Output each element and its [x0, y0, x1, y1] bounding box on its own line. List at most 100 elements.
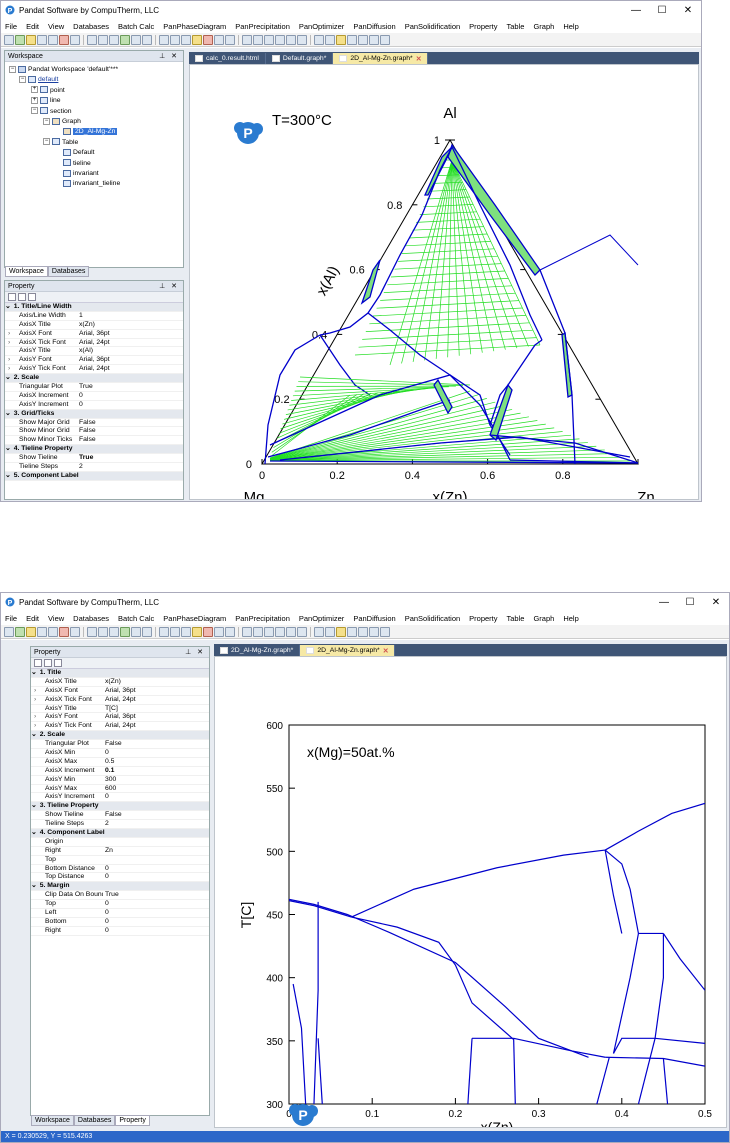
property-row[interactable]: Right 0	[31, 927, 209, 936]
categorized-icon[interactable]	[8, 293, 16, 301]
toolbar-button-icon[interactable]	[297, 34, 307, 45]
property-value[interactable]: Arial, 36pt	[103, 713, 209, 721]
property-row[interactable]: › AxisX Font Arial, 36pt	[31, 687, 209, 696]
toolbar-button-icon[interactable]	[142, 34, 152, 45]
property-row[interactable]: Axis/Line Width 1	[5, 312, 183, 321]
menu-panphasediagram[interactable]: PanPhaseDiagram	[163, 22, 226, 31]
toolbar-button-icon[interactable]	[170, 626, 180, 637]
property-row[interactable]: AxisY Max 600	[31, 785, 209, 794]
toolbar-button-icon[interactable]	[314, 626, 324, 637]
menu-panoptimizer[interactable]: PanOptimizer	[299, 22, 344, 31]
toolbar-button-icon[interactable]	[286, 34, 296, 45]
property-row[interactable]: Bottom Distance 0	[31, 865, 209, 874]
property-value[interactable]: Arial, 36pt	[77, 356, 183, 364]
property-value[interactable]: 0.1	[103, 767, 209, 775]
panel-pin-close-icon[interactable]: ⊥ ✕	[159, 52, 183, 60]
property-row[interactable]: Origin	[31, 838, 209, 847]
toolbar-button-icon[interactable]	[380, 626, 390, 637]
property-row[interactable]: AxisX Title x(Zn)	[5, 321, 183, 330]
toolbar-button-icon[interactable]	[264, 34, 274, 45]
property-row[interactable]: Show Tieline True	[5, 454, 183, 464]
property-row[interactable]: › AxisX Tick Font Arial, 24pt	[5, 339, 183, 348]
toolbar-button-icon[interactable]	[314, 34, 324, 45]
property-category[interactable]: ⌄ 5. Margin	[31, 882, 209, 892]
toolbar-button-icon[interactable]	[325, 34, 335, 45]
chevron-right-icon[interactable]: ›	[8, 330, 10, 339]
toolbar-button-icon[interactable]	[347, 626, 357, 637]
property-pages-icon[interactable]	[28, 293, 36, 301]
property-category[interactable]: ⌄ 1. Title	[31, 669, 209, 678]
property-value[interactable]: False	[77, 436, 183, 444]
toolbar-button-icon[interactable]	[358, 34, 368, 45]
property-value[interactable]: True	[77, 454, 183, 462]
panel-pin-close-icon[interactable]: ⊥ ✕	[159, 282, 183, 290]
tree-table-item[interactable]: tieline	[7, 159, 181, 169]
toolbar-button-icon[interactable]	[347, 34, 357, 45]
toolbar-button-icon[interactable]	[98, 34, 108, 45]
property-value[interactable]: 0	[103, 927, 209, 935]
property-category[interactable]: ⌄ 4. Component Label	[31, 829, 209, 838]
minimize-button[interactable]: —	[623, 5, 649, 16]
sort-alpha-icon[interactable]	[18, 293, 26, 301]
menu-panprecipitation[interactable]: PanPrecipitation	[235, 614, 290, 623]
property-category[interactable]: ⌄ 2. Scale	[5, 374, 183, 384]
tree-item-table[interactable]: − Table	[7, 138, 181, 148]
toolbar-button-icon[interactable]	[142, 626, 152, 637]
property-row[interactable]: Top 0	[31, 900, 209, 910]
chevron-right-icon[interactable]: ›	[34, 696, 36, 705]
toolbar-button-icon[interactable]	[286, 626, 296, 637]
menu-batch-calc[interactable]: Batch Calc	[118, 22, 154, 31]
toolbar-button-icon[interactable]	[380, 34, 390, 45]
property-value[interactable]: Arial, 24pt	[77, 339, 183, 347]
toolbar-button-icon[interactable]	[336, 34, 346, 45]
toolbar-button-icon[interactable]	[325, 626, 335, 637]
property-row[interactable]: AxisX Increment 0	[5, 392, 183, 401]
property-row[interactable]: AxisY Increment 0	[5, 401, 183, 410]
close-button[interactable]: ✕	[675, 5, 701, 16]
toolbar-button-icon[interactable]	[37, 626, 47, 637]
property-value[interactable]: True	[77, 383, 183, 391]
toolbar-button-icon[interactable]	[120, 34, 130, 45]
property-value[interactable]: True	[103, 891, 209, 899]
isopleth-chart[interactable]: 0 0.1 0.2 0.3 0.4 0.5300350400450500550600x(Z…	[215, 657, 726, 1135]
property-value[interactable]: 0.5	[103, 758, 209, 766]
menu-property[interactable]: Property	[469, 614, 497, 623]
property-value[interactable]	[103, 856, 209, 864]
property-value[interactable]: 0	[77, 401, 183, 409]
panel-pin-close-icon[interactable]: ⊥ ✕	[185, 648, 209, 656]
toolbar-button-icon[interactable]	[203, 626, 213, 637]
chevron-right-icon[interactable]: ›	[34, 713, 36, 722]
menu-databases[interactable]: Databases	[73, 22, 109, 31]
document-tab[interactable]: calc_0.result.html	[189, 53, 266, 64]
sort-alpha-icon[interactable]	[44, 659, 52, 667]
menu-pandiffusion[interactable]: PanDiffusion	[353, 614, 395, 623]
toolbar-button-icon[interactable]	[159, 626, 169, 637]
property-value[interactable]: 2	[103, 820, 209, 828]
property-row[interactable]: Tieline Steps 2	[5, 463, 183, 472]
property-category[interactable]: ⌄ 5. Component Label	[5, 471, 183, 481]
tab-property[interactable]: Property	[115, 1115, 150, 1126]
menu-pansolidification[interactable]: PanSolidification	[405, 614, 460, 623]
menu-edit[interactable]: Edit	[26, 614, 39, 623]
toolbar-button-icon[interactable]	[131, 34, 141, 45]
property-value[interactable]: 0	[103, 793, 209, 801]
toolbar-button-icon[interactable]	[4, 626, 14, 637]
tab-databases[interactable]: Databases	[73, 1115, 116, 1126]
menu-help[interactable]: Help	[563, 614, 578, 623]
toolbar-button-icon[interactable]	[87, 34, 97, 45]
chevron-right-icon[interactable]: ›	[8, 339, 10, 348]
menu-property[interactable]: Property	[469, 22, 497, 31]
close-tab-icon[interactable]: ✕	[383, 647, 389, 655]
graph-canvas[interactable]: 0 0.2 0.4 0.6 0.8 0 0.2 0.4 0.6 0.8 1 Al Mg Zn x(Zn) x(…	[189, 64, 699, 501]
property-row[interactable]: Right Zn	[31, 847, 209, 856]
property-value[interactable]: Arial, 24pt	[103, 696, 209, 704]
toolbar-button-icon[interactable]	[214, 34, 224, 45]
menu-panoptimizer[interactable]: PanOptimizer	[299, 614, 344, 623]
menu-pansolidification[interactable]: PanSolidification	[405, 22, 460, 31]
ternary-chart[interactable]: 0 0.2 0.4 0.6 0.800.20.40.60.81AlMg Znx(Zn)x(…	[190, 65, 698, 501]
property-row[interactable]: AxisX Min 0	[31, 749, 209, 758]
toolbar-button-icon[interactable]	[37, 34, 47, 45]
property-value[interactable]: x(Al)	[77, 347, 183, 355]
toolbar-button-icon[interactable]	[297, 626, 307, 637]
toolbar-button-icon[interactable]	[109, 34, 119, 45]
